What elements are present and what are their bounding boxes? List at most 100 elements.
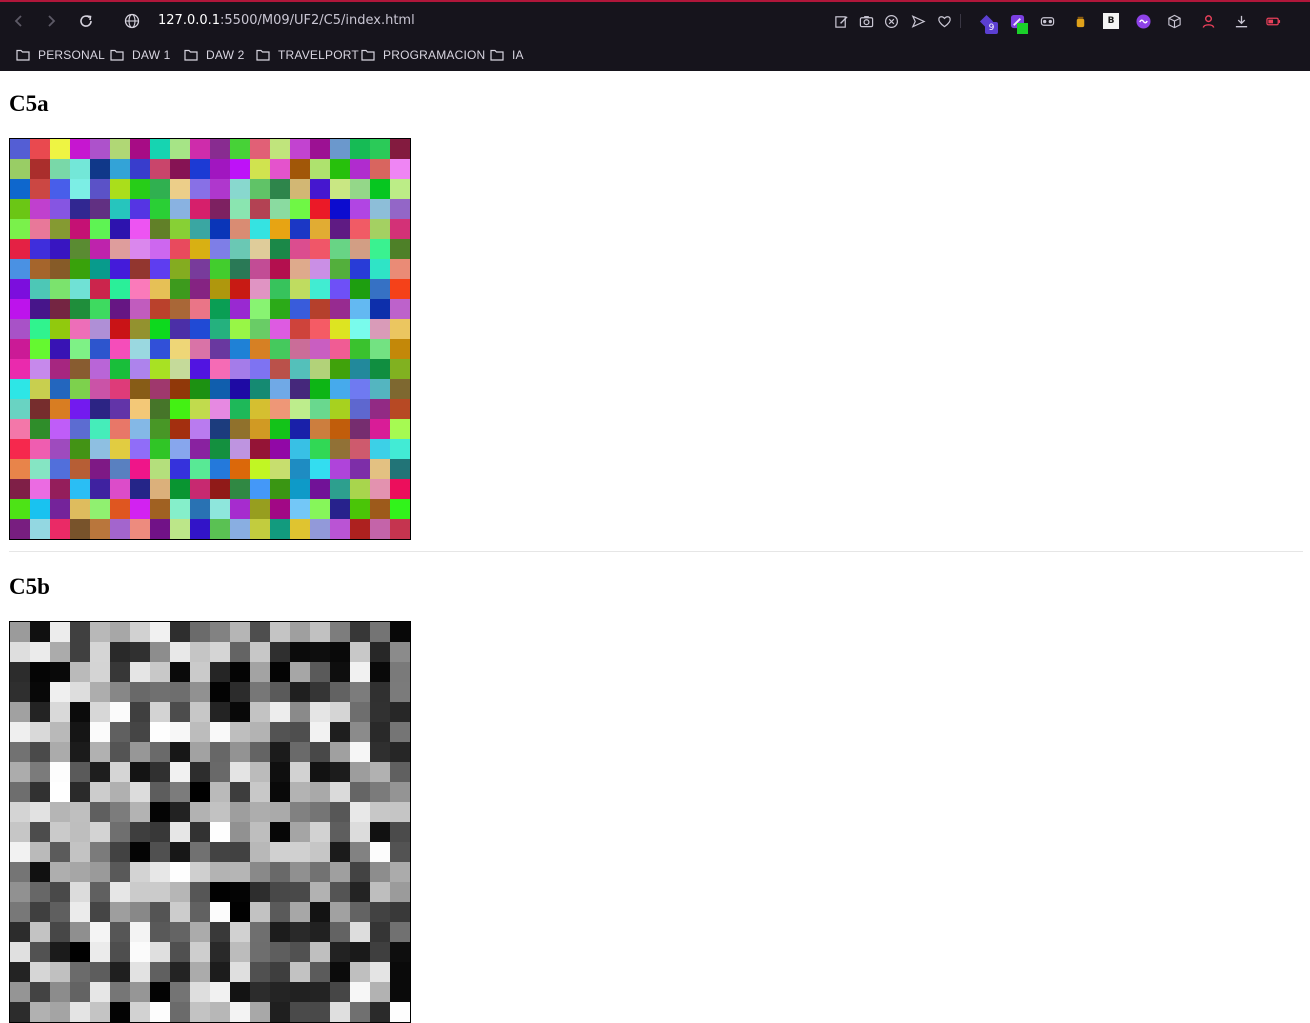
color-cell — [90, 179, 110, 199]
gray-cell — [10, 662, 30, 682]
extension-share-button[interactable] — [1132, 10, 1154, 32]
profile-button[interactable] — [1197, 10, 1219, 32]
color-cell — [130, 499, 150, 519]
battery-saver-button[interactable] — [1262, 10, 1284, 32]
gray-cell — [150, 962, 170, 982]
gray-cell — [150, 822, 170, 842]
gray-cell — [290, 742, 310, 762]
gray-cell — [70, 762, 90, 782]
color-cell — [30, 239, 50, 259]
color-cell — [150, 179, 170, 199]
gray-cell — [230, 742, 250, 762]
forward-button[interactable] — [40, 10, 62, 32]
favorite-button[interactable] — [933, 10, 955, 32]
send-icon — [911, 14, 926, 28]
color-cell — [230, 399, 250, 419]
reload-button[interactable] — [75, 10, 97, 32]
extension-b-button[interactable]: B — [1100, 10, 1122, 32]
color-cell — [150, 459, 170, 479]
extensions-button[interactable] — [1163, 10, 1185, 32]
color-cell — [70, 319, 90, 339]
gray-cell — [170, 942, 190, 962]
color-cell — [330, 439, 350, 459]
site-info-icon[interactable] — [124, 13, 140, 29]
back-button[interactable] — [8, 10, 30, 32]
color-cell — [310, 459, 330, 479]
downloads-button[interactable] — [1230, 10, 1252, 32]
gray-cell — [110, 902, 130, 922]
gray-cell — [30, 1002, 50, 1022]
gray-cell — [70, 622, 90, 642]
color-cell — [50, 279, 70, 299]
bookmark-folder-ia[interactable]: IA — [490, 46, 524, 64]
gray-cell — [130, 982, 150, 1002]
gray-cell — [230, 642, 250, 662]
gray-cell — [210, 762, 230, 782]
color-cell — [370, 479, 390, 499]
color-cell — [210, 339, 230, 359]
gray-cell — [350, 982, 370, 1002]
color-cell — [210, 159, 230, 179]
bookmark-folder-daw1[interactable]: DAW 1 — [110, 46, 171, 64]
color-cell — [350, 339, 370, 359]
color-cell — [170, 219, 190, 239]
color-cell — [50, 159, 70, 179]
gray-cell — [130, 822, 150, 842]
color-cell — [130, 259, 150, 279]
gray-cell — [210, 962, 230, 982]
gray-cell — [310, 702, 330, 722]
color-cell — [350, 179, 370, 199]
gray-cell — [350, 862, 370, 882]
color-cell — [70, 179, 90, 199]
gray-cell — [90, 962, 110, 982]
color-cell — [90, 519, 110, 539]
bookmark-folder-travelport[interactable]: TRAVELPORT — [256, 46, 359, 64]
gray-cell — [90, 802, 110, 822]
gray-cell — [370, 882, 390, 902]
gray-cell — [390, 662, 410, 682]
gray-cell — [130, 742, 150, 762]
gray-cell — [90, 902, 110, 922]
gray-cell — [390, 802, 410, 822]
color-cell — [110, 339, 130, 359]
gray-cell — [270, 802, 290, 822]
color-cell — [290, 419, 310, 439]
gray-cell — [270, 962, 290, 982]
bookmark-folder-daw2[interactable]: DAW 2 — [184, 46, 245, 64]
gray-cell — [210, 822, 230, 842]
color-cell — [10, 199, 30, 219]
gray-cell — [50, 962, 70, 982]
gray-cell — [290, 782, 310, 802]
color-cell — [230, 299, 250, 319]
color-cell — [130, 159, 150, 179]
gray-cell — [230, 982, 250, 1002]
gray-cell — [30, 682, 50, 702]
gray-cell — [310, 862, 330, 882]
edit-button[interactable] — [830, 10, 852, 32]
address-bar[interactable]: 127.0.0.1:5500/M09/UF2/C5/index.html — [158, 13, 415, 28]
gray-cell — [270, 782, 290, 802]
bookmark-folder-programacion[interactable]: PROGRAMACION — [361, 46, 485, 64]
gray-cell — [370, 862, 390, 882]
bookmark-label: DAW 2 — [206, 48, 245, 62]
gray-cell — [170, 902, 190, 922]
folder-icon — [110, 49, 124, 61]
bookmark-folder-personal[interactable]: PERSONAL — [16, 46, 105, 64]
block-button[interactable] — [880, 10, 902, 32]
color-cell — [150, 379, 170, 399]
gray-cell — [390, 822, 410, 842]
color-cell — [110, 239, 130, 259]
color-cell — [190, 519, 210, 539]
gray-cell — [10, 622, 30, 642]
color-cell — [330, 319, 350, 339]
extension-reader-button[interactable] — [1036, 10, 1058, 32]
gray-cell — [190, 902, 210, 922]
gray-cell — [30, 662, 50, 682]
extension-honey-button[interactable] — [1069, 10, 1091, 32]
send-button[interactable] — [907, 10, 929, 32]
color-cell — [330, 359, 350, 379]
color-cell — [250, 179, 270, 199]
color-cell — [390, 359, 410, 379]
screenshot-button[interactable] — [855, 10, 877, 32]
color-cell — [170, 159, 190, 179]
